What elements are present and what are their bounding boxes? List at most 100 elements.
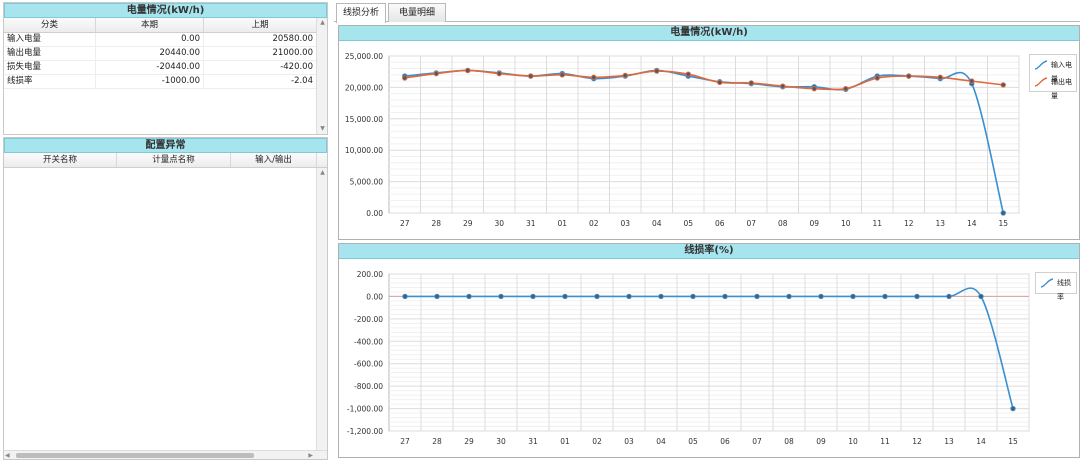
scroll-up-icon[interactable]: ▲: [317, 168, 328, 178]
row-label: 损失电量: [4, 61, 96, 74]
x-tick-label: 31: [528, 437, 538, 446]
energy-chart-title: 电量情况(kW/h): [339, 26, 1079, 41]
energy-chart-legend: 输入电量 输出电量: [1029, 54, 1077, 100]
loss-rate-chart-panel: 线损率(%) 200.00 0.00 -200.00 -400.00 -600.00 -8…: [338, 243, 1080, 458]
x-tick-label: 04: [656, 437, 666, 446]
data-point: [594, 293, 600, 300]
energy-grid-vscrollbar[interactable]: ▲ ▼: [316, 18, 327, 134]
data-point: [969, 78, 975, 84]
x-tick-label: 27: [400, 219, 410, 228]
data-point: [622, 72, 628, 79]
x-tick-label: 08: [778, 219, 788, 228]
data-point: [402, 75, 408, 81]
y-tick-label: 15,000.00: [345, 115, 383, 124]
data-point: [914, 293, 920, 300]
y-tick-label: 0.00: [366, 292, 383, 301]
col-header-previous[interactable]: 上期: [204, 18, 317, 32]
x-tick-label: 09: [816, 437, 826, 446]
scroll-left-icon[interactable]: ◀: [5, 451, 10, 460]
data-point: [937, 74, 943, 81]
x-tick-label: 13: [935, 219, 945, 228]
legend-item-loss-rate: 线损率: [1039, 276, 1077, 301]
tab-line-loss-analysis[interactable]: 线损分析: [336, 3, 386, 23]
hscroll-thumb[interactable]: [16, 453, 254, 458]
y-tick-label: -1,000.00: [347, 405, 383, 414]
x-tick-label: 04: [652, 219, 662, 228]
x-tick-label: 03: [624, 437, 634, 446]
row-current: -20440.00: [96, 61, 204, 74]
data-point: [717, 79, 723, 86]
config-grid-header: 开关名称 计量点名称 输入/输出: [4, 153, 327, 168]
data-point: [1000, 82, 1006, 88]
y-tick-label: 20,000.00: [345, 83, 383, 92]
scroll-down-icon[interactable]: ▼: [317, 124, 328, 134]
x-tick-label: 11: [880, 437, 890, 446]
x-tick-label: 11: [872, 219, 882, 228]
y-tick-label: 25,000.00: [345, 52, 383, 61]
x-tick-label: 14: [967, 219, 977, 228]
x-tick-label: 28: [432, 437, 442, 446]
col-header-in-out[interactable]: 输入/输出: [231, 153, 317, 167]
x-tick-label: 02: [589, 219, 599, 228]
y-tick-label: -600.00: [354, 360, 383, 369]
config-grid-vscrollbar[interactable]: ▲: [316, 168, 327, 451]
col-header-category[interactable]: 分类: [4, 18, 96, 32]
col-header-meter-point[interactable]: 计量点名称: [117, 153, 231, 167]
data-point: [748, 80, 754, 86]
x-tick-label: 15: [998, 219, 1008, 228]
x-tick-label: 07: [746, 219, 756, 228]
x-tick-label: 12: [912, 437, 922, 446]
x-tick-label: 05: [688, 437, 698, 446]
y-tick-label: 5,000.00: [350, 178, 384, 187]
data-point: [978, 293, 984, 300]
legend-label-output: 输出电量: [1051, 78, 1072, 100]
x-tick-label: 31: [526, 219, 536, 228]
data-point: [496, 70, 502, 77]
table-row[interactable]: 损失电量 -20440.00 -420.00: [4, 61, 327, 75]
table-row[interactable]: 输出电量 20440.00 21000.00: [4, 47, 327, 61]
x-tick-label: 10: [848, 437, 858, 446]
table-row[interactable]: 线损率 -1000.00 -2.04: [4, 75, 327, 89]
tab-energy-detail[interactable]: 电量明细: [388, 3, 446, 22]
x-tick-label: 15: [1008, 437, 1018, 446]
data-point: [559, 72, 565, 78]
col-header-current[interactable]: 本期: [96, 18, 204, 32]
data-point: [946, 293, 952, 300]
y-tick-label: 0.00: [366, 209, 383, 218]
scroll-up-icon[interactable]: ▲: [317, 18, 328, 28]
config-anomaly-grid: 配置异常 开关名称 计量点名称 输入/输出 ▲ ◀ ▶: [3, 137, 328, 460]
energy-chart: 25,000.00 20,000.00 15,000.00 10,000.00 5,00…: [345, 52, 1020, 228]
x-tick-label: 12: [904, 219, 914, 228]
data-point: [466, 293, 472, 300]
data-point: [786, 293, 792, 300]
legend-swatch-loss-rate: [1040, 278, 1054, 288]
config-panel-title: 配置异常: [4, 138, 327, 153]
data-point: [722, 293, 728, 300]
data-point: [882, 293, 888, 300]
table-row[interactable]: 输入电量 0.00 20580.00: [4, 33, 327, 47]
data-point: [685, 71, 691, 77]
x-tick-label: 10: [841, 219, 851, 228]
y-tick-label: -1,200.00: [347, 427, 383, 436]
data-point: [465, 67, 471, 74]
data-point: [754, 293, 760, 300]
loss-rate-chart-title: 线损率(%): [339, 244, 1079, 259]
data-point: [1010, 405, 1016, 412]
y-tick-label: 200.00: [357, 270, 383, 279]
row-current: 0.00: [96, 33, 204, 46]
data-point: [530, 293, 536, 300]
config-grid-hscrollbar[interactable]: ◀ ▶: [4, 450, 327, 459]
data-point: [626, 293, 632, 300]
row-current: -1000.00: [96, 75, 204, 88]
row-label: 输出电量: [4, 47, 96, 60]
loss-rate-chart-legend: 线损率: [1035, 272, 1077, 301]
col-header-switch[interactable]: 开关名称: [4, 153, 117, 167]
data-point: [874, 75, 880, 81]
scroll-right-icon[interactable]: ▶: [308, 451, 313, 460]
x-tick-label: 14: [976, 437, 986, 446]
data-point: [811, 85, 817, 92]
row-previous: 20580.00: [204, 33, 317, 46]
x-tick-label: 05: [683, 219, 693, 228]
x-tick-label: 29: [463, 219, 473, 228]
data-point: [690, 293, 696, 300]
